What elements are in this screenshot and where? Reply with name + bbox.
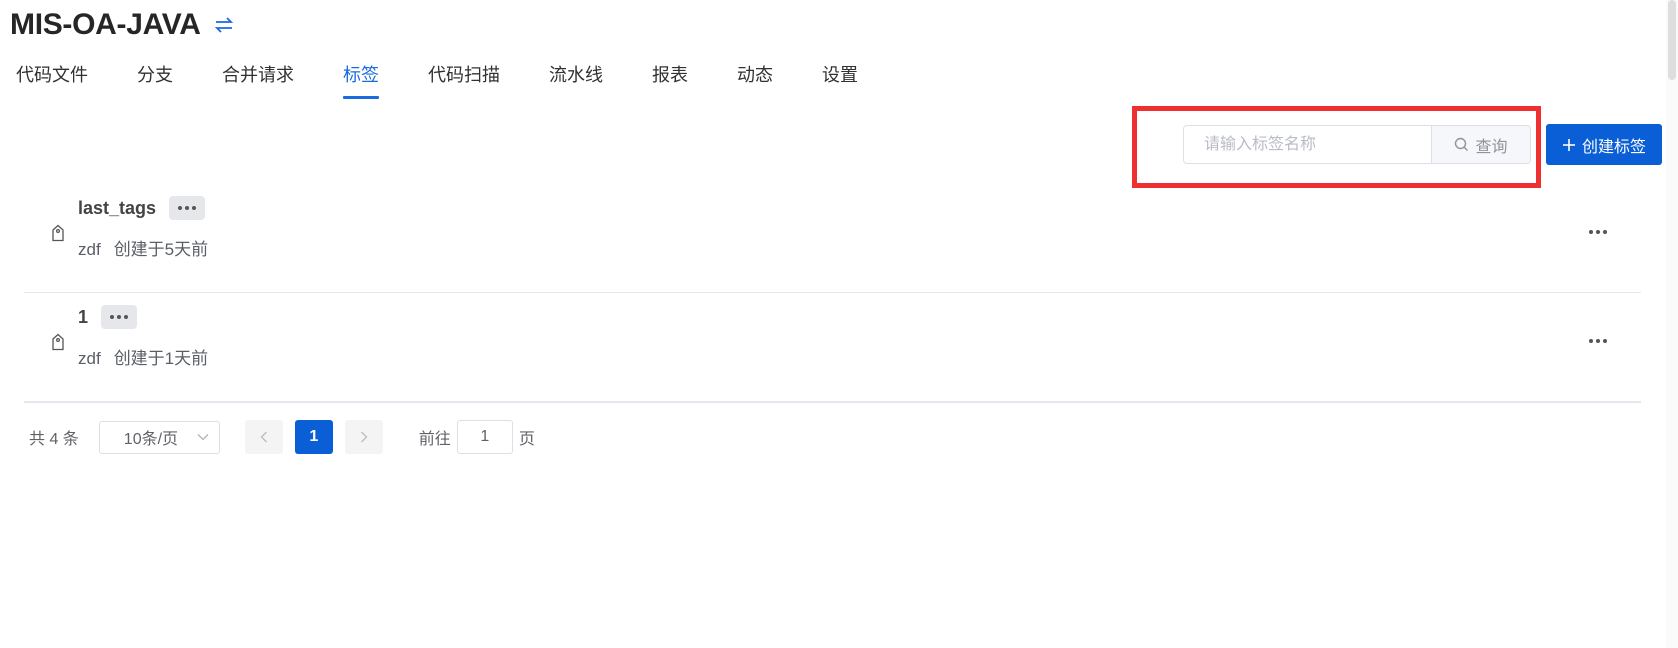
page-size-value: 10条/页 [123, 431, 179, 448]
row-actions-button[interactable] [1583, 222, 1613, 242]
chevron-down-icon [197, 434, 209, 441]
page-suffix: 页 [518, 431, 535, 448]
row-actions-button[interactable] [1583, 331, 1613, 351]
vertical-scrollbar[interactable] [1666, 0, 1678, 648]
next-page-button[interactable] [344, 420, 383, 454]
tab-tags[interactable]: 标签 [343, 58, 379, 100]
tag-meta: zdf 创建于5天前 [78, 235, 208, 260]
tab-branches[interactable]: 分支 [137, 58, 173, 100]
tag-created-time: 创建于1天前 [113, 349, 209, 368]
scrollbar-thumb[interactable] [1668, 0, 1676, 80]
tab-settings[interactable]: 设置 [822, 58, 858, 100]
tab-code-scan[interactable]: 代码扫描 [428, 58, 500, 100]
tag-name[interactable]: last_tags [78, 198, 156, 219]
tag-row: 1 zdf 创建于1天前 [24, 293, 1641, 403]
more-horizontal-icon [1589, 230, 1607, 234]
goto-label: 前往 [418, 431, 451, 448]
tag-icon [52, 224, 64, 242]
goto-page-input[interactable] [456, 420, 513, 454]
create-tag-label: 创建标签 [1581, 138, 1646, 156]
page-size-select[interactable]: 10条/页 [98, 420, 220, 454]
tab-merge-requests[interactable]: 合并请求 [222, 58, 294, 100]
repo-title: MIS-OA-JAVA [10, 8, 201, 41]
tab-activity[interactable]: 动态 [737, 58, 773, 100]
search-button-label: 查询 [1475, 138, 1508, 156]
pagination: 共 4 条 10条/页 1 前往 页 [29, 420, 535, 454]
tag-icon [52, 333, 64, 351]
search-icon [1455, 137, 1469, 151]
pagination-total: 共 4 条 [29, 431, 79, 448]
tag-list: last_tags zdf 创建于5天前 1 zdf 创建于1天前 [24, 184, 1641, 403]
tag-row: last_tags zdf 创建于5天前 [24, 184, 1641, 293]
tag-name[interactable]: 1 [78, 307, 88, 328]
tag-author: zdf [78, 349, 101, 368]
more-horizontal-icon [1589, 339, 1607, 343]
repo-tabs: 代码文件 分支 合并请求 标签 代码扫描 流水线 报表 动态 设置 [16, 58, 907, 100]
tag-created-time: 创建于5天前 [113, 240, 209, 259]
switch-arrows-icon[interactable] [213, 14, 235, 36]
ellipsis-icon [110, 315, 129, 319]
repo-header: MIS-OA-JAVA [10, 8, 235, 42]
tab-code-files[interactable]: 代码文件 [16, 58, 88, 100]
tag-name-line: 1 [78, 305, 138, 329]
tag-author: zdf [78, 240, 101, 259]
tag-more-chip[interactable] [169, 196, 206, 220]
tag-search-input[interactable] [1184, 126, 1431, 163]
tab-reports[interactable]: 报表 [652, 58, 688, 100]
prev-page-button[interactable] [244, 420, 283, 454]
page-number-button[interactable]: 1 [294, 420, 333, 454]
chevron-right-icon [360, 431, 368, 443]
chevron-left-icon [260, 431, 267, 443]
tag-name-line: last_tags [78, 196, 206, 220]
create-tag-button[interactable]: 创建标签 [1546, 124, 1662, 165]
tab-pipeline[interactable]: 流水线 [549, 58, 603, 100]
plus-icon [1562, 138, 1575, 151]
tag-meta: zdf 创建于1天前 [78, 344, 208, 369]
search-button[interactable]: 查询 [1431, 126, 1530, 163]
tag-more-chip[interactable] [101, 305, 138, 329]
ellipsis-icon [178, 206, 197, 210]
tag-search-group: 查询 [1183, 125, 1531, 164]
